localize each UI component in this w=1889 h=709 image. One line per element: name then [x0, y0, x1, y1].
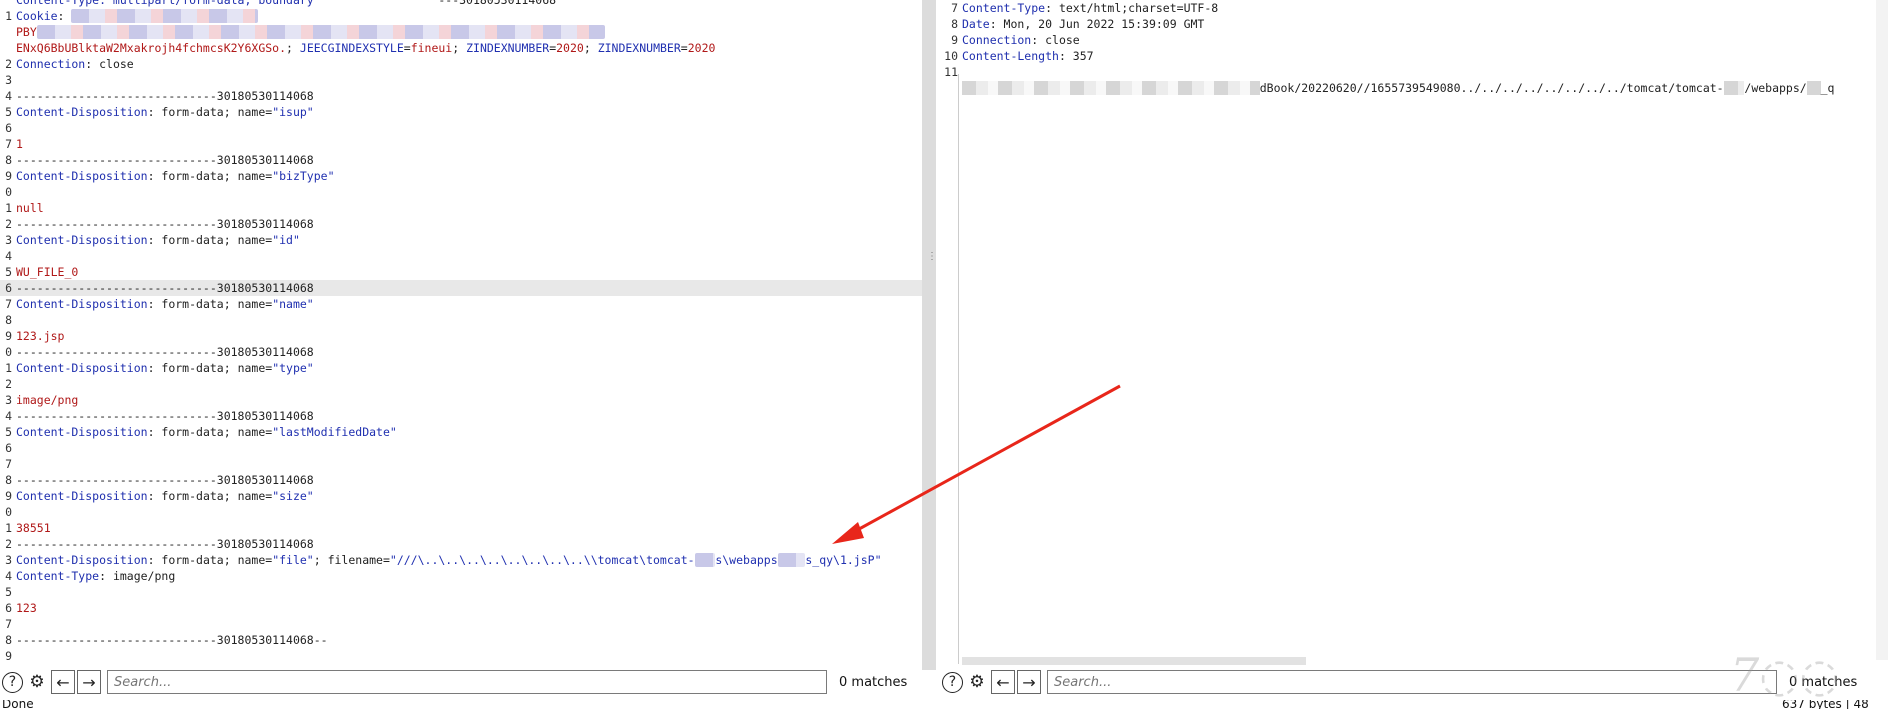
help-icon[interactable]: ? — [2, 671, 23, 693]
arrow-left-icon[interactable]: ← — [991, 670, 1015, 694]
arrow-right-icon[interactable]: → — [77, 670, 101, 694]
request-search-input[interactable] — [107, 670, 827, 694]
gear-icon[interactable]: ⚙ — [965, 670, 989, 694]
help-icon[interactable]: ? — [942, 671, 963, 693]
gear-icon[interactable]: ⚙ — [25, 670, 49, 694]
arrow-left-icon[interactable]: ← — [51, 670, 75, 694]
response-search-input[interactable] — [1047, 670, 1777, 694]
annotation-arrow — [832, 384, 1121, 544]
request-search-bar: ? ⚙ ← → 0 matches — [0, 668, 922, 696]
watermark-logo: 7◌◌ — [1730, 648, 1840, 702]
status-text: Done — [2, 700, 34, 709]
status-bar: Done 637 bytes | 48 ms — [0, 700, 1889, 709]
response-size-timing: 637 bytes | 48 ms — [1782, 700, 1869, 709]
request-match-count: 0 matches — [839, 674, 908, 690]
arrow-right-icon[interactable]: → — [1017, 670, 1041, 694]
